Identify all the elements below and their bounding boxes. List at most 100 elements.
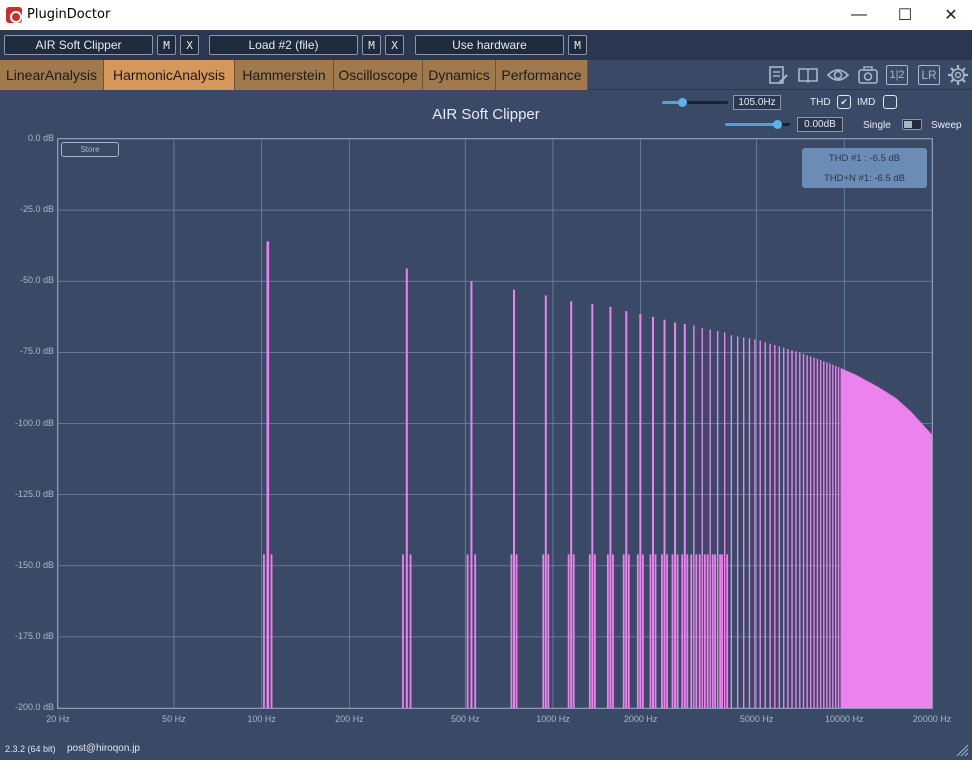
maximize-button[interactable]: ☐: [882, 0, 928, 30]
harmonic-bar: [625, 311, 628, 708]
x-tick-label: 20000 Hz: [912, 714, 952, 724]
close-button[interactable]: ✕: [928, 0, 972, 30]
thd-readout-box: THD #1 : -6.5 dB THD+N #1: -6.5 dB: [802, 148, 927, 188]
sideband-bar: [719, 554, 722, 708]
sideband-bar: [690, 554, 693, 708]
y-tick-label: -75.0 dB: [19, 346, 54, 357]
harmonic-bar: [809, 356, 812, 708]
harmonic-bar: [748, 338, 751, 708]
harmonic-bar: [791, 350, 793, 708]
sideband-bar: [661, 554, 663, 708]
plugin-mute-button[interactable]: M: [157, 35, 176, 55]
harmonic-bar: [802, 353, 805, 708]
sideband-bar: [681, 554, 684, 708]
hardware-mute-button[interactable]: M: [568, 35, 587, 55]
book-icon[interactable]: [796, 63, 820, 87]
harmonic-bar: [701, 328, 703, 708]
tab-oscilloscope[interactable]: Oscilloscope: [334, 60, 423, 90]
sideband-bar: [706, 554, 709, 708]
plugin-slot-button[interactable]: AIR Soft Clipper: [4, 35, 153, 55]
harmonic-bar: [826, 362, 828, 708]
sideband-bar: [649, 554, 652, 708]
app-logo-icon: [6, 7, 22, 23]
channel-split-icon[interactable]: 1|2: [886, 65, 908, 85]
sideband-bar: [671, 554, 674, 708]
harmonic-bar: [742, 337, 745, 708]
tab-dynamics[interactable]: Dynamics: [423, 60, 496, 90]
harmonic-bar: [754, 339, 756, 708]
store-button[interactable]: Store: [61, 142, 119, 157]
harmonic-bar: [674, 322, 677, 708]
harmonic-bar: [835, 365, 837, 708]
harmonic-bar: [609, 306, 612, 708]
sideband-bar: [606, 554, 609, 708]
sideband-bar: [654, 554, 657, 708]
sideband-bar: [466, 554, 469, 708]
harmonic-bar: [813, 357, 815, 708]
harmonic-bar: [759, 340, 761, 708]
sideband-bar: [711, 554, 714, 708]
harmonic-bar: [795, 351, 797, 708]
sideband-bar: [567, 554, 570, 708]
sideband-bar: [726, 554, 729, 708]
use-hardware-button[interactable]: Use hardware: [415, 35, 564, 55]
sideband-bar: [542, 554, 545, 708]
sideband-bar: [593, 554, 596, 708]
sideband-bar: [703, 554, 706, 708]
tab-harmonic-analysis[interactable]: HarmonicAnalysis: [104, 60, 235, 90]
tab-performance[interactable]: Performance: [496, 60, 588, 90]
y-tick-label: -175.0 dB: [14, 630, 54, 641]
harmonic-bar: [778, 346, 781, 708]
sideband-bar: [547, 554, 550, 708]
gear-icon[interactable]: [946, 63, 970, 87]
sideband-bar: [686, 554, 689, 708]
sideband-bar: [612, 554, 614, 708]
camera-icon[interactable]: [856, 63, 880, 87]
harmonic-bar: [513, 289, 516, 708]
title-bar: PluginDoctor — ☐ ✕: [0, 0, 972, 30]
harmonic-bar: [663, 319, 666, 708]
notes-icon[interactable]: [766, 63, 790, 87]
harmonic-bar: [639, 313, 642, 708]
email-link[interactable]: post@hiroqon.jp: [67, 743, 140, 754]
plugin-remove-button[interactable]: X: [180, 35, 199, 55]
sideband-bar: [572, 554, 575, 708]
harmonic-bar: [544, 295, 547, 708]
lr-icon[interactable]: LR: [918, 65, 940, 85]
harmonic-bar: [774, 345, 776, 708]
sideband-bar: [714, 554, 716, 708]
harmonic-bar: [570, 301, 573, 708]
eye-icon[interactable]: [826, 63, 850, 87]
sideband-bar: [721, 554, 724, 708]
harmonic-bar: [683, 323, 686, 708]
resize-grip-icon[interactable]: [955, 743, 969, 757]
load-remove-button[interactable]: X: [385, 35, 404, 55]
sideband-bar: [676, 554, 679, 708]
harmonic-bar: [829, 363, 831, 708]
x-tick-label: 500 Hz: [451, 714, 480, 724]
tab-linear-analysis[interactable]: LinearAnalysis: [0, 60, 104, 90]
load-slot-button[interactable]: Load #2 (file): [209, 35, 358, 55]
harmonic-bar: [736, 336, 739, 708]
spectrum-svg: [58, 139, 932, 708]
sideband-bar: [515, 554, 518, 708]
harmonic-bar: [787, 348, 789, 708]
spectrum-plot[interactable]: [57, 138, 933, 709]
sideband-bar: [666, 554, 668, 708]
load-mute-button[interactable]: M: [362, 35, 381, 55]
x-tick-label: 200 Hz: [335, 714, 364, 724]
y-tick-label: -100.0 dB: [14, 417, 54, 428]
harmonic-bar: [716, 331, 719, 708]
harmonic-bar: [816, 358, 819, 708]
level-slider-fill: [725, 123, 777, 126]
sideband-bar: [402, 554, 404, 708]
harmonic-bar: [783, 347, 785, 708]
thd-value: THD #1 : -6.5 dB: [828, 153, 901, 164]
y-tick-label: -50.0 dB: [19, 275, 54, 286]
harmonic-bar: [723, 332, 726, 708]
sideband-bar: [270, 554, 273, 708]
y-tick-label: -25.0 dB: [19, 204, 54, 215]
x-tick-label: 2000 Hz: [623, 714, 658, 724]
tab-hammerstein[interactable]: Hammerstein: [235, 60, 334, 90]
minimize-button[interactable]: —: [836, 0, 882, 30]
